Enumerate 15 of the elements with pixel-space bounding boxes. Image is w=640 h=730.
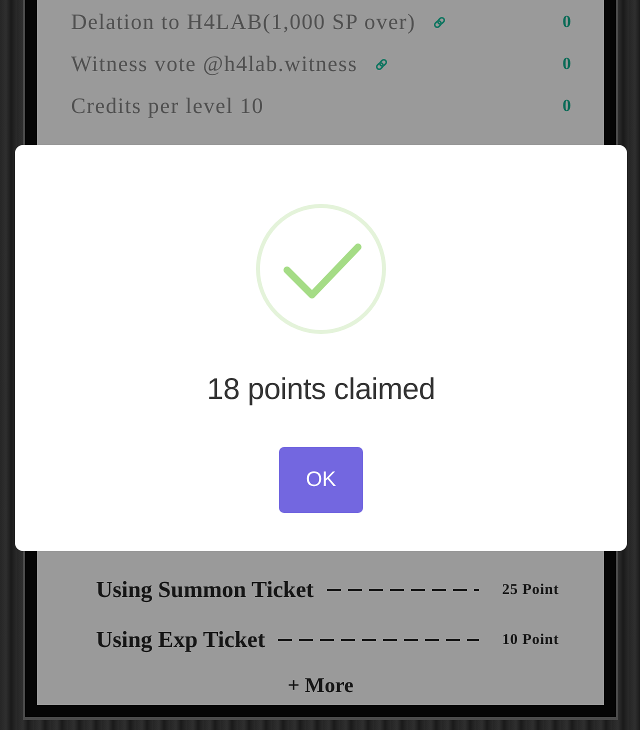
reward-label: Witness vote @h4lab.witness: [71, 51, 358, 77]
reward-label: Credits per level 10: [71, 93, 264, 119]
reward-value: 0: [562, 96, 571, 116]
usage-label: Using Exp Ticket: [96, 627, 266, 653]
reward-value: 0: [562, 12, 571, 32]
points-value: 25 Point: [502, 582, 559, 598]
link-icon[interactable]: [374, 58, 388, 70]
link-icon[interactable]: [432, 16, 446, 28]
ok-button[interactable]: OK: [279, 447, 363, 513]
dialog-message: 18 points claimed: [206, 372, 436, 408]
reward-value: 0: [562, 54, 571, 74]
reward-label: Delation to H4LAB(1,000 SP over): [71, 9, 416, 35]
usage-label: Using Summon Ticket: [96, 577, 314, 603]
points-value: 10 Point: [502, 632, 559, 648]
more-link[interactable]: + More: [288, 672, 354, 698]
